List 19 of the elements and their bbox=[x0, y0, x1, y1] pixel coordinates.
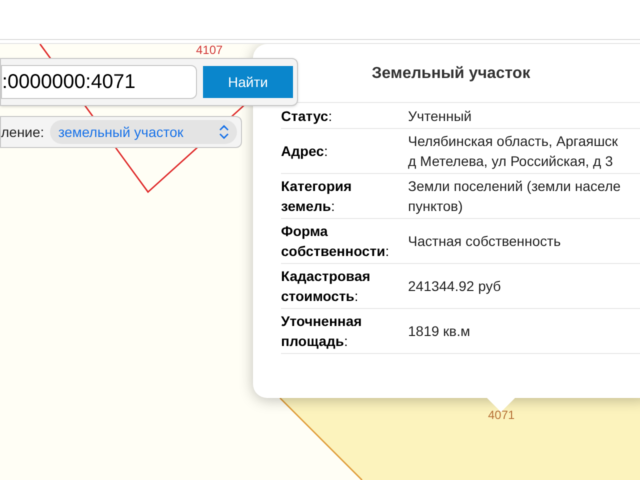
field-value: Земли поселений (земли населе пунктов) bbox=[407, 177, 621, 216]
search-button[interactable]: Найти bbox=[203, 66, 293, 98]
popup-title: Земельный участок bbox=[370, 64, 532, 84]
field-label: Адрес: bbox=[281, 142, 329, 161]
parcel-number: 4071 bbox=[488, 407, 515, 424]
field-value: 241344.92 руб bbox=[407, 277, 501, 296]
field-label: Кадастровая стоимость: bbox=[281, 267, 372, 306]
field-value: Частная собственность bbox=[407, 232, 561, 251]
field-value: 1819 кв.м bbox=[407, 322, 470, 341]
parcel-number: 4107 bbox=[196, 44, 223, 56]
type-select[interactable]: земельный участок bbox=[50, 120, 237, 144]
chevron-icon bbox=[219, 125, 229, 139]
field-label: Уточненная площадь: bbox=[281, 312, 363, 351]
field-label: Статус: bbox=[281, 106, 334, 126]
filter-label: ление: bbox=[1, 122, 44, 142]
field-label: Форма собственности: bbox=[281, 222, 390, 261]
field-value: Челябинская область, Аргаяшск д Метелева, ул Российская, д 3 bbox=[407, 132, 618, 171]
field-label: Категория земель: bbox=[281, 177, 353, 216]
field-value: Учтенный bbox=[407, 106, 472, 126]
